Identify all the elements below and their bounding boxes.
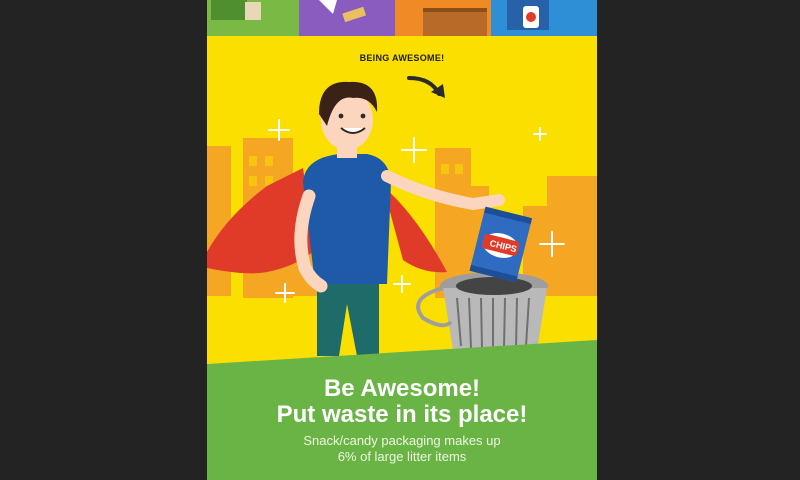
top-strip-illustrations <box>207 0 597 36</box>
headline-line-1: Be Awesome! <box>323 375 481 402</box>
subtext-line-1: Snack/candy packaging makes up <box>303 433 501 448</box>
subtext-line-2: 6% of large litter items <box>337 449 467 464</box>
hero-scene: CHIPS <box>207 36 597 366</box>
being-awesome-tag: BEING AWESOME! <box>359 53 445 63</box>
poster-subtext: Snack/candy packaging makes up 6% of lar… <box>207 433 597 465</box>
headline-line-2: Put waste in its place! <box>276 401 528 428</box>
awareness-poster: CHIPS BEING AWESOME! Be Awesome! Put was… <box>207 0 597 480</box>
poster-headline: Be Awesome! Put waste in its place! <box>207 376 597 428</box>
